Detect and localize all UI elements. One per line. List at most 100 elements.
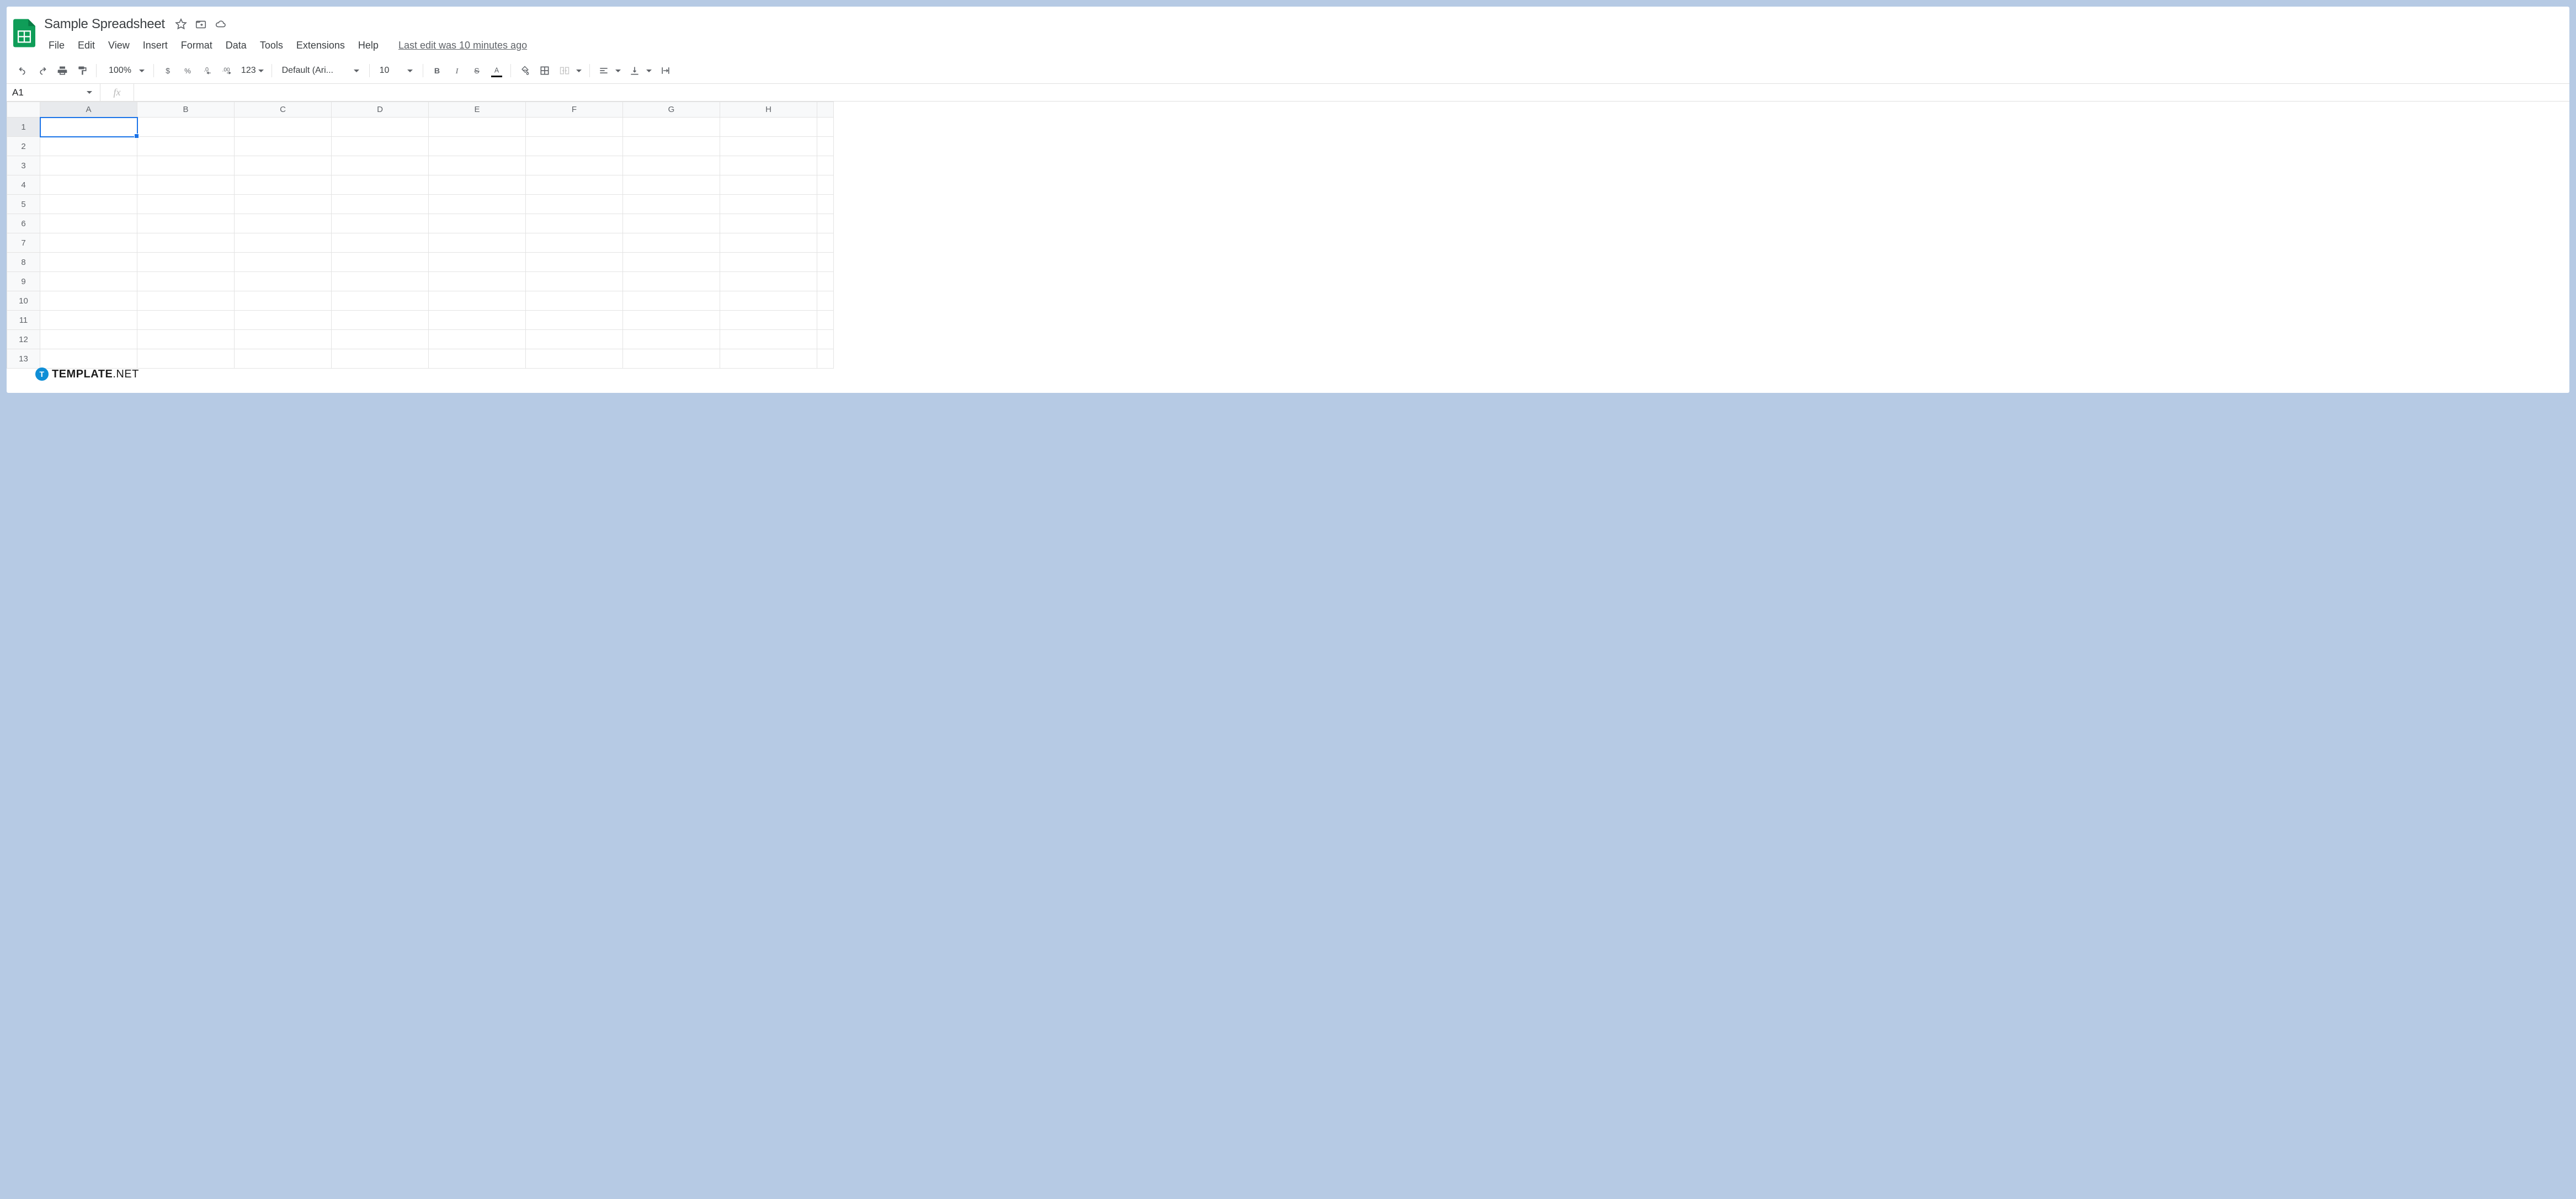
- horizontal-align-button[interactable]: [594, 61, 613, 80]
- cell[interactable]: [235, 175, 332, 195]
- cell[interactable]: [720, 253, 817, 272]
- sheets-app-logo[interactable]: [11, 17, 38, 50]
- row-header[interactable]: 13: [7, 349, 40, 369]
- star-icon[interactable]: [175, 18, 187, 30]
- cell[interactable]: [235, 233, 332, 253]
- cell[interactable]: [235, 137, 332, 156]
- cell[interactable]: [332, 349, 429, 369]
- vertical-align-button[interactable]: [625, 61, 644, 80]
- cell[interactable]: [720, 137, 817, 156]
- cell[interactable]: [817, 118, 834, 137]
- italic-button[interactable]: I: [448, 61, 466, 80]
- move-folder-icon[interactable]: [195, 18, 207, 30]
- cell[interactable]: [332, 137, 429, 156]
- cell[interactable]: [817, 195, 834, 214]
- cell[interactable]: [720, 195, 817, 214]
- column-header[interactable]: A: [40, 102, 137, 118]
- cell[interactable]: [137, 253, 235, 272]
- cell[interactable]: [332, 175, 429, 195]
- cell[interactable]: [40, 156, 137, 175]
- cell[interactable]: [720, 118, 817, 137]
- cell[interactable]: [429, 156, 526, 175]
- row-header[interactable]: 2: [7, 137, 40, 156]
- row-header[interactable]: 8: [7, 253, 40, 272]
- cell[interactable]: [429, 233, 526, 253]
- cell[interactable]: [137, 349, 235, 369]
- cell[interactable]: [720, 156, 817, 175]
- cell[interactable]: [526, 349, 623, 369]
- row-header[interactable]: 11: [7, 311, 40, 330]
- cell[interactable]: [235, 291, 332, 311]
- menu-file[interactable]: File: [42, 36, 71, 55]
- chevron-down-icon[interactable]: [576, 70, 582, 72]
- borders-button[interactable]: [535, 61, 554, 80]
- cell[interactable]: [526, 175, 623, 195]
- number-format-dropdown[interactable]: 123: [238, 61, 267, 80]
- column-header[interactable]: B: [137, 102, 235, 118]
- cell[interactable]: [40, 214, 137, 233]
- text-wrap-button[interactable]: [656, 61, 675, 80]
- row-header[interactable]: 9: [7, 272, 40, 291]
- name-box[interactable]: A1: [7, 84, 100, 101]
- cell[interactable]: [817, 156, 834, 175]
- cell[interactable]: [429, 291, 526, 311]
- cell[interactable]: [137, 156, 235, 175]
- cell[interactable]: [526, 156, 623, 175]
- cell[interactable]: [817, 291, 834, 311]
- cell[interactable]: [526, 291, 623, 311]
- cell[interactable]: [817, 330, 834, 349]
- cell[interactable]: [623, 291, 720, 311]
- cell[interactable]: [526, 311, 623, 330]
- cell[interactable]: [137, 330, 235, 349]
- column-header[interactable]: E: [429, 102, 526, 118]
- cell[interactable]: [817, 349, 834, 369]
- cell[interactable]: [235, 272, 332, 291]
- text-color-button[interactable]: A: [487, 61, 506, 80]
- cell[interactable]: [332, 214, 429, 233]
- cell[interactable]: [623, 253, 720, 272]
- cell[interactable]: [235, 214, 332, 233]
- cell[interactable]: [40, 311, 137, 330]
- paint-format-button[interactable]: [73, 61, 92, 80]
- cell[interactable]: [40, 330, 137, 349]
- cell[interactable]: [332, 195, 429, 214]
- cell[interactable]: [817, 253, 834, 272]
- cell[interactable]: [720, 214, 817, 233]
- cell[interactable]: [623, 349, 720, 369]
- cell[interactable]: [429, 349, 526, 369]
- merge-cells-button[interactable]: [555, 61, 574, 80]
- currency-button[interactable]: $: [158, 61, 177, 80]
- row-header[interactable]: 6: [7, 214, 40, 233]
- cell[interactable]: [623, 311, 720, 330]
- document-title[interactable]: Sample Spreadsheet: [42, 15, 167, 33]
- cell[interactable]: [137, 272, 235, 291]
- cell[interactable]: [817, 272, 834, 291]
- cell[interactable]: [137, 214, 235, 233]
- cell[interactable]: [429, 118, 526, 137]
- redo-button[interactable]: [33, 61, 52, 80]
- column-header[interactable]: C: [235, 102, 332, 118]
- cell[interactable]: [332, 233, 429, 253]
- cell[interactable]: [526, 272, 623, 291]
- cell[interactable]: [137, 195, 235, 214]
- row-header[interactable]: 7: [7, 233, 40, 253]
- cell[interactable]: [720, 272, 817, 291]
- strikethrough-button[interactable]: S: [467, 61, 486, 80]
- cell[interactable]: [623, 233, 720, 253]
- cell[interactable]: [137, 137, 235, 156]
- cell[interactable]: [720, 291, 817, 311]
- row-header[interactable]: 4: [7, 175, 40, 195]
- column-header[interactable]: H: [720, 102, 817, 118]
- menu-tools[interactable]: Tools: [253, 36, 290, 55]
- column-header[interactable]: G: [623, 102, 720, 118]
- cell[interactable]: [332, 291, 429, 311]
- formula-input[interactable]: [134, 84, 2569, 101]
- cell[interactable]: [137, 311, 235, 330]
- cell[interactable]: [623, 330, 720, 349]
- cell[interactable]: [332, 118, 429, 137]
- cell[interactable]: [137, 233, 235, 253]
- cell[interactable]: [235, 195, 332, 214]
- cell[interactable]: [332, 272, 429, 291]
- font-size-dropdown[interactable]: 10: [374, 61, 418, 80]
- cell[interactable]: [40, 118, 137, 137]
